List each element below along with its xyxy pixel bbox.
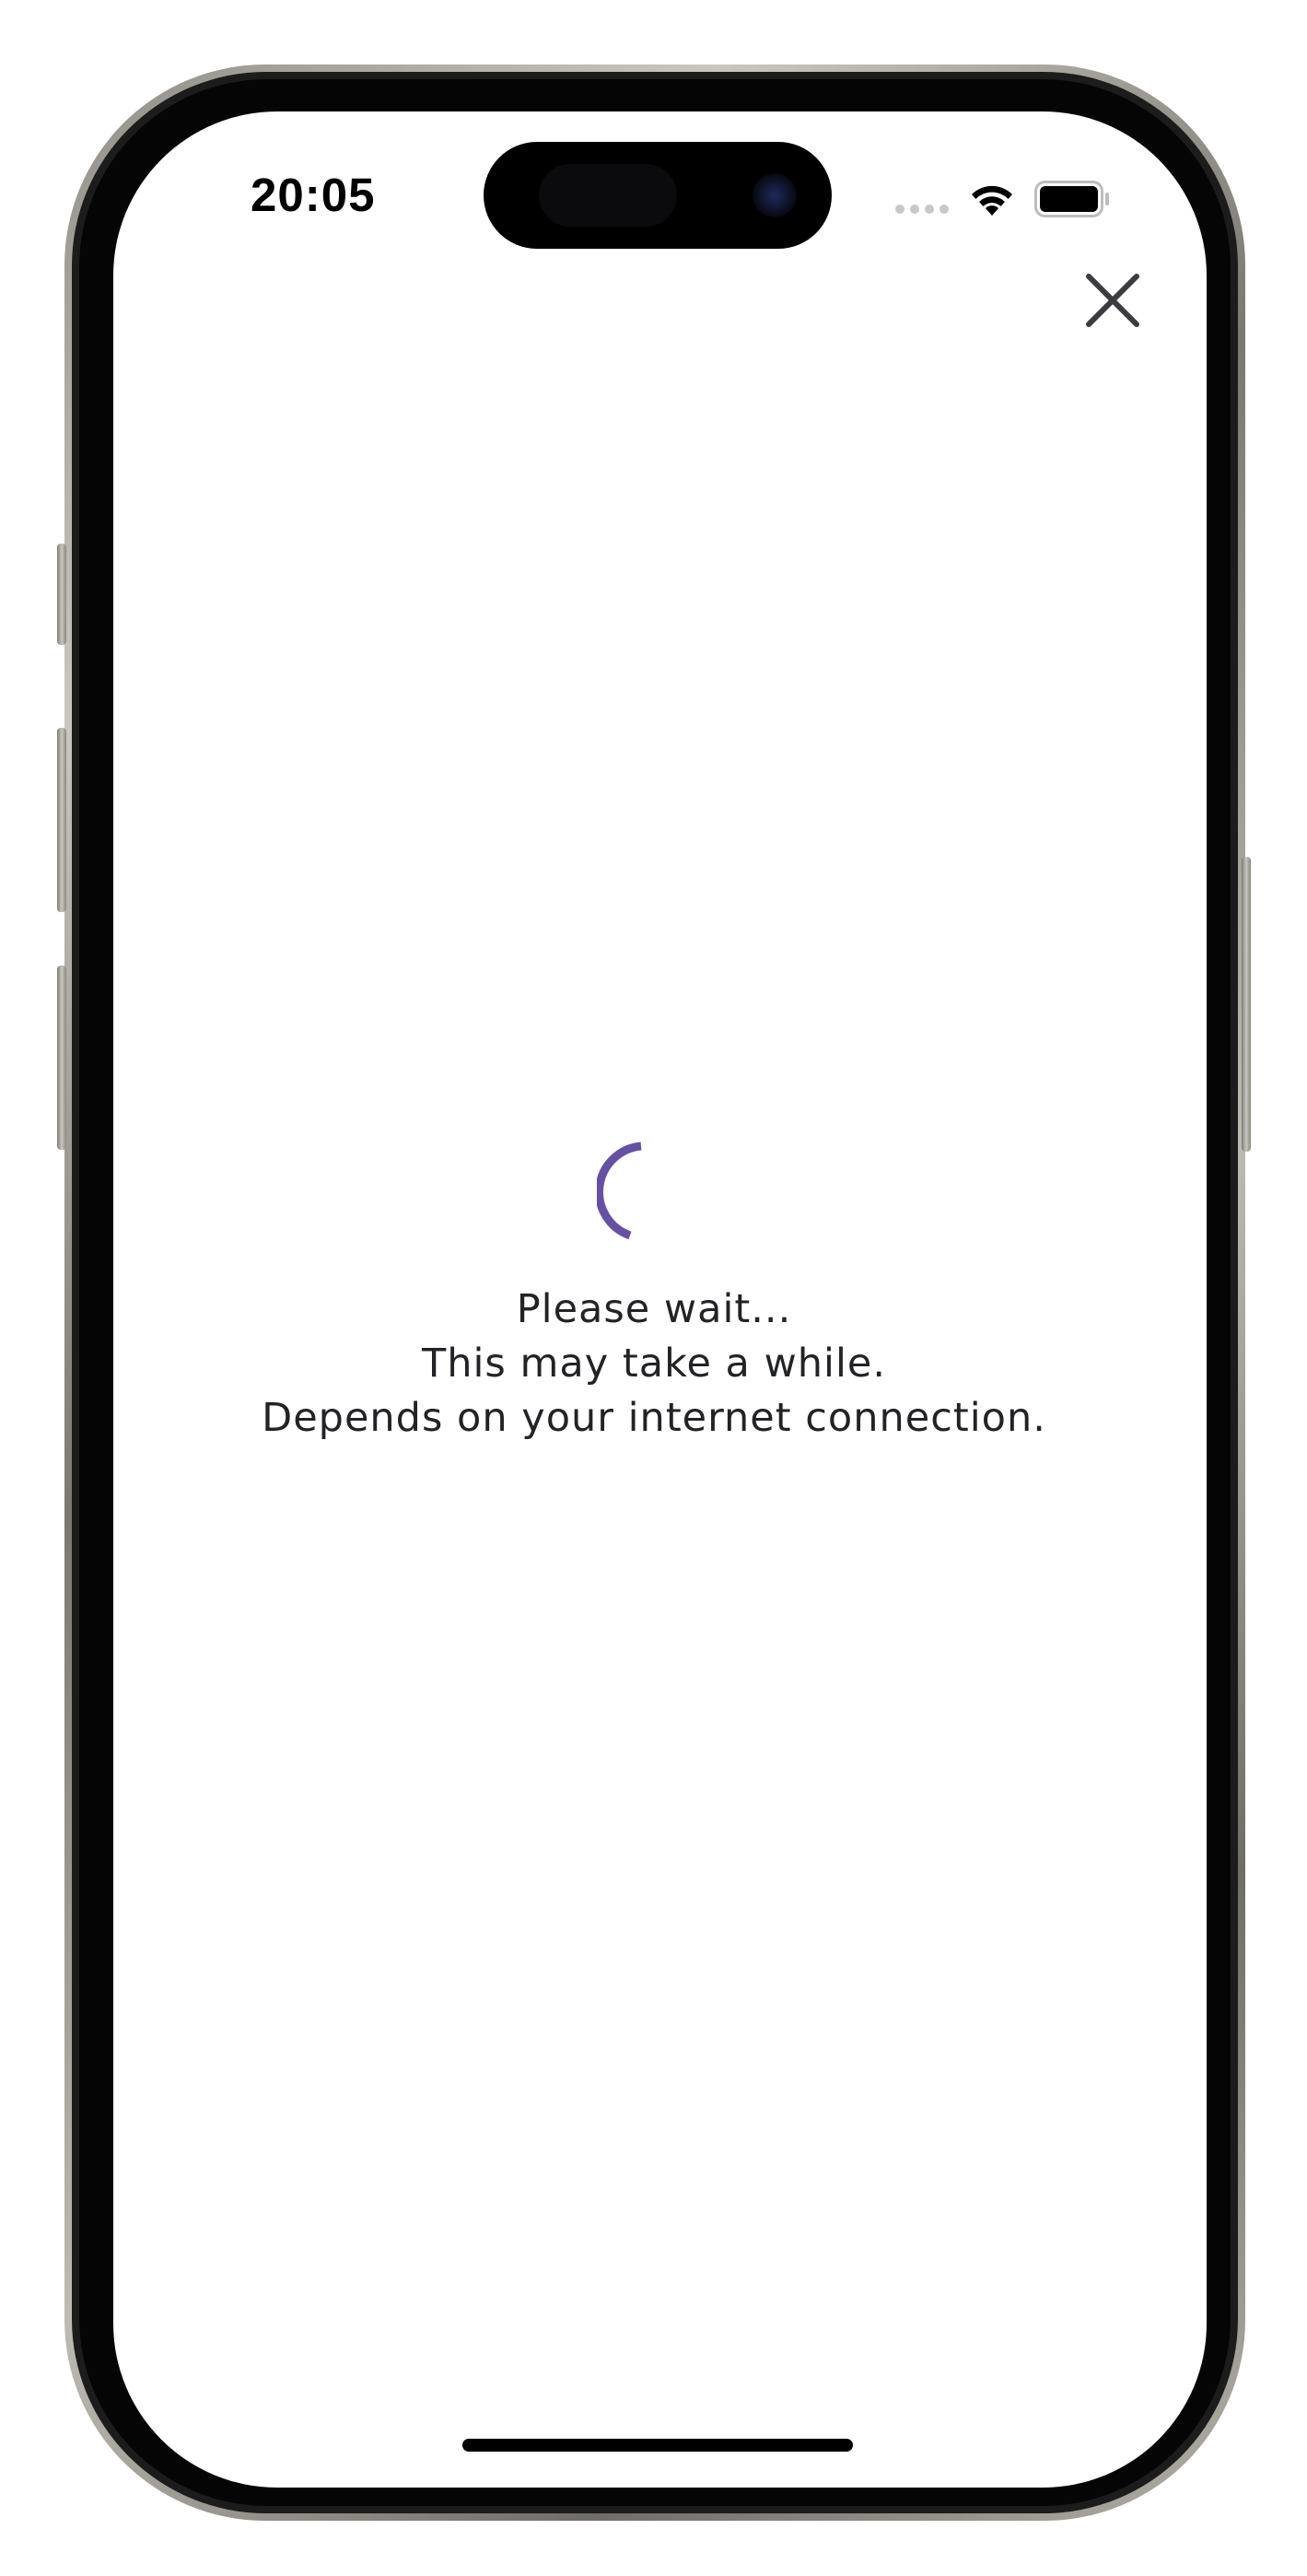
volume-up-button <box>57 728 66 912</box>
cellular-signal-icon <box>895 205 949 214</box>
action-button <box>57 544 66 645</box>
loading-spinner-icon <box>597 1142 642 1240</box>
loading-message-line-2: This may take a while. <box>421 1341 887 1387</box>
front-camera <box>753 173 797 217</box>
dynamic-island <box>484 142 832 249</box>
volume-down-button <box>57 966 66 1150</box>
power-button <box>1242 857 1251 1152</box>
battery-icon <box>1034 181 1109 217</box>
close-icon[interactable] <box>1079 267 1146 334</box>
loading-message-line-3: Depends on your internet connection. <box>262 1395 1046 1441</box>
home-indicator[interactable] <box>462 2439 853 2452</box>
wifi-icon <box>972 185 1012 216</box>
status-time: 20:05 <box>251 169 376 221</box>
face-id-sensor <box>539 164 677 227</box>
loading-message-line-1: Please wait... <box>516 1286 792 1332</box>
loading-message: Please wait... This may take a while. De… <box>138 1282 1170 1446</box>
